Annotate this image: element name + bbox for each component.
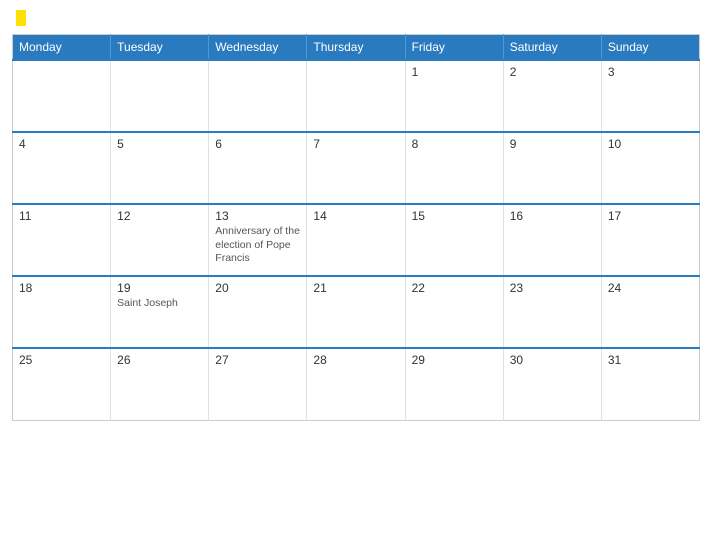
calendar-cell: 11	[13, 204, 111, 276]
calendar-cell: 17	[601, 204, 699, 276]
weekday-header-saturday: Saturday	[503, 35, 601, 61]
calendar-cell: 12	[111, 204, 209, 276]
weekday-header-thursday: Thursday	[307, 35, 405, 61]
event-text: Saint Joseph	[117, 297, 202, 311]
calendar-page: MondayTuesdayWednesdayThursdayFridaySatu…	[0, 0, 712, 550]
day-number: 12	[117, 209, 202, 223]
weekday-header-monday: Monday	[13, 35, 111, 61]
calendar-cell	[307, 60, 405, 132]
day-number: 31	[608, 353, 693, 367]
calendar-cell	[209, 60, 307, 132]
page-header	[12, 10, 700, 26]
calendar-cell: 27	[209, 348, 307, 420]
day-number: 27	[215, 353, 300, 367]
day-number: 16	[510, 209, 595, 223]
day-number: 26	[117, 353, 202, 367]
calendar-header: MondayTuesdayWednesdayThursdayFridaySatu…	[13, 35, 700, 61]
calendar-cell: 21	[307, 276, 405, 348]
calendar-body: 12345678910111213Anniversary of the elec…	[13, 60, 700, 420]
day-number: 28	[313, 353, 398, 367]
calendar-cell: 2	[503, 60, 601, 132]
weekday-header-wednesday: Wednesday	[209, 35, 307, 61]
calendar-cell: 3	[601, 60, 699, 132]
logo-flag-icon	[16, 10, 36, 26]
day-number: 20	[215, 281, 300, 295]
calendar-week-row: 456789 10	[13, 132, 700, 204]
calendar-cell: 9	[503, 132, 601, 204]
day-number: 22	[412, 281, 497, 295]
calendar-cell: 26	[111, 348, 209, 420]
calendar-cell: 22	[405, 276, 503, 348]
day-number: 11	[19, 209, 104, 223]
calendar-cell: 6	[209, 132, 307, 204]
day-number: 15	[412, 209, 497, 223]
day-number: 25	[19, 353, 104, 367]
calendar-cell: 29	[405, 348, 503, 420]
day-number: 21	[313, 281, 398, 295]
calendar-week-row: 11 12 13 Anniversary of the election of Pop…	[13, 204, 700, 276]
event-text: Anniversary of the election of Pope Fran…	[215, 225, 300, 266]
calendar-cell: 24	[601, 276, 699, 348]
calendar-cell: 28	[307, 348, 405, 420]
day-number: 8	[412, 137, 497, 151]
calendar-cell: 13 Anniversary of the election of Pope Fr…	[209, 204, 307, 276]
weekday-header-sunday: Sunday	[601, 35, 699, 61]
calendar-week-row: 123	[13, 60, 700, 132]
calendar-cell: 7	[307, 132, 405, 204]
day-number: 23	[510, 281, 595, 295]
day-number: 3	[608, 65, 693, 79]
calendar-cell: 18	[13, 276, 111, 348]
calendar-cell	[111, 60, 209, 132]
weekday-header-friday: Friday	[405, 35, 503, 61]
day-number: 30	[510, 353, 595, 367]
calendar-cell: 31	[601, 348, 699, 420]
day-number: 4	[19, 137, 104, 151]
calendar-cell: 4	[13, 132, 111, 204]
weekday-header-tuesday: Tuesday	[111, 35, 209, 61]
calendar-cell: 15	[405, 204, 503, 276]
calendar-cell: 1	[405, 60, 503, 132]
calendar-week-row: 25 26 27 28 29 30 31	[13, 348, 700, 420]
day-number: 1	[412, 65, 497, 79]
day-number: 2	[510, 65, 595, 79]
day-number: 5	[117, 137, 202, 151]
calendar-cell: 19 Saint Joseph	[111, 276, 209, 348]
day-number: 10	[608, 137, 693, 151]
day-number: 29	[412, 353, 497, 367]
day-number: 24	[608, 281, 693, 295]
logo	[12, 10, 36, 26]
day-number: 7	[313, 137, 398, 151]
calendar-cell: 16	[503, 204, 601, 276]
calendar-cell: 30	[503, 348, 601, 420]
calendar-cell: 10	[601, 132, 699, 204]
calendar-cell: 20	[209, 276, 307, 348]
calendar-cell: 5	[111, 132, 209, 204]
calendar-week-row: 18 19 Saint Joseph 20 21 22 23 24	[13, 276, 700, 348]
day-number: 18	[19, 281, 104, 295]
calendar-cell: 8	[405, 132, 503, 204]
weekday-header-row: MondayTuesdayWednesdayThursdayFridaySatu…	[13, 35, 700, 61]
calendar-cell: 14	[307, 204, 405, 276]
calendar-cell: 25	[13, 348, 111, 420]
day-number: 13	[215, 209, 300, 223]
day-number: 17	[608, 209, 693, 223]
calendar-cell: 23	[503, 276, 601, 348]
day-number: 6	[215, 137, 300, 151]
calendar-cell	[13, 60, 111, 132]
day-number: 19	[117, 281, 202, 295]
day-number: 14	[313, 209, 398, 223]
calendar-table: MondayTuesdayWednesdayThursdayFridaySatu…	[12, 34, 700, 421]
day-number: 9	[510, 137, 595, 151]
